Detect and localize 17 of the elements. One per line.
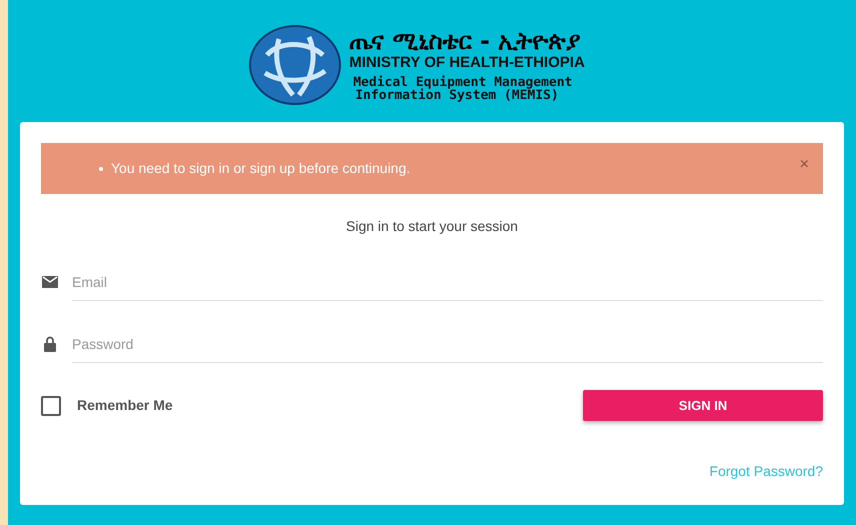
remember-checkbox[interactable]	[41, 396, 61, 416]
text-field[interactable]: Email	[72, 263, 823, 301]
system-name: Information System (MEMIS)	[355, 88, 559, 102]
sign-in-button[interactable]: SIGN IN	[583, 390, 823, 421]
system-name: Medical Equipment Management	[353, 76, 574, 88]
bullet-icon	[99, 166, 103, 170]
mail-icon	[42, 276, 58, 288]
alert-message: You need to sign in or sign up before continuing.	[99, 158, 410, 179]
session-intro: Sign in to start your session	[346, 217, 518, 236]
remember-label: Remember Me	[77, 396, 173, 415]
globe-logo-icon	[249, 25, 342, 105]
close-button[interactable]: ×	[800, 152, 809, 176]
lock-icon	[44, 336, 56, 352]
amharic-title: ጤና ሚኒስቴር - ኢትዮጵያ	[349, 28, 582, 52]
forgot-password-link[interactable]: Forgot Password?	[709, 461, 823, 482]
ministry-title: MINISTRY OF HEALTH-ETHIOPIA	[349, 54, 585, 70]
text-field[interactable]: Password	[72, 325, 823, 363]
